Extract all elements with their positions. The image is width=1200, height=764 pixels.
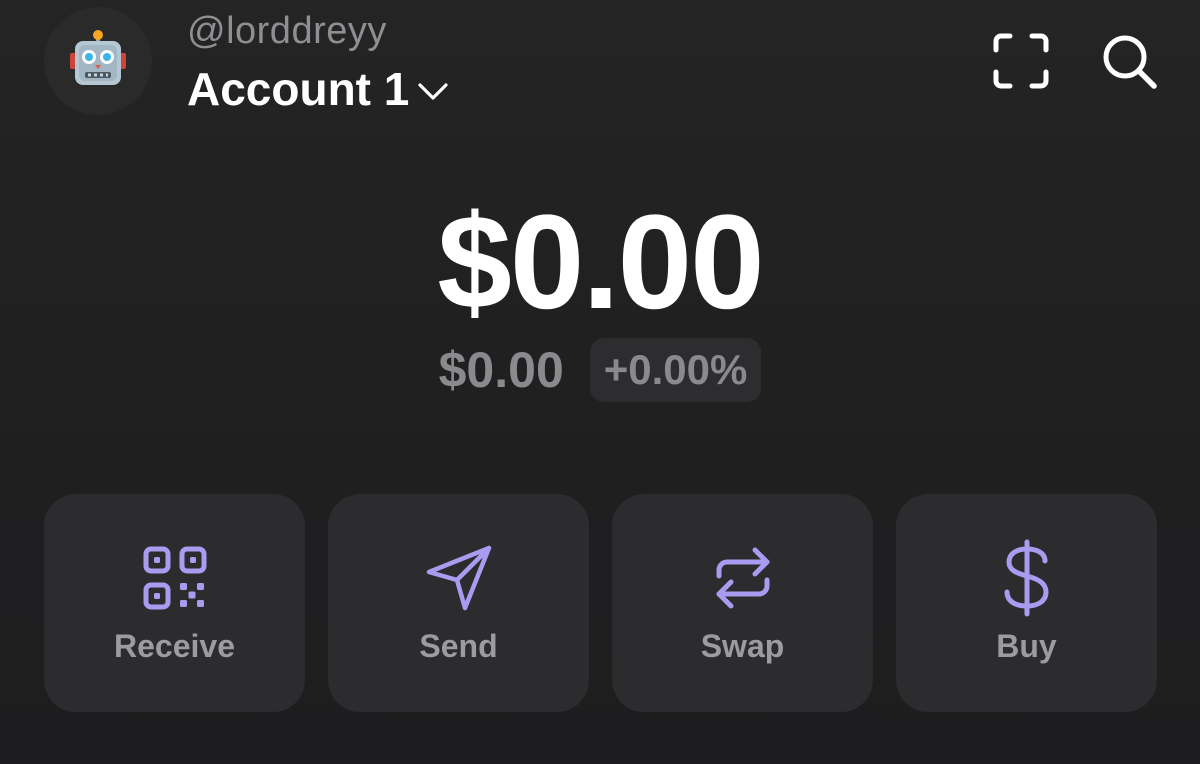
- account-selector[interactable]: Account 1: [187, 62, 449, 116]
- send-icon-wrap: [423, 540, 495, 616]
- swap-icon-wrap: [711, 540, 775, 616]
- robot-emoji-icon: [70, 30, 126, 85]
- scan-icon: [993, 33, 1049, 89]
- send-button[interactable]: Send: [328, 494, 589, 712]
- account-name: Account 1: [187, 63, 410, 115]
- username: @lorddreyy: [187, 10, 387, 52]
- send-icon: [426, 545, 491, 611]
- receive-icon-wrap: [142, 540, 208, 616]
- qr-code-icon: [143, 546, 206, 610]
- account-avatar[interactable]: [44, 7, 152, 115]
- total-balance: $0.00: [437, 188, 764, 337]
- action-buttons-row: Receive Send Swap Buy: [44, 494, 1157, 712]
- buy-icon-wrap: [1001, 539, 1053, 617]
- search-button[interactable]: [1098, 30, 1160, 92]
- balance-change-row: $0.00 +0.00%: [0, 338, 1200, 402]
- dollar-icon: [1004, 539, 1048, 617]
- balance-change-percent-badge: +0.00%: [589, 338, 762, 402]
- search-icon: [1103, 35, 1157, 89]
- buy-label: Buy: [996, 628, 1057, 664]
- swap-button[interactable]: Swap: [612, 494, 873, 712]
- swap-label: Swap: [700, 628, 785, 664]
- swap-icon: [716, 547, 769, 609]
- chevron-down-icon: [418, 83, 448, 100]
- receive-button[interactable]: Receive: [44, 494, 305, 712]
- scan-button[interactable]: [990, 30, 1052, 92]
- wallet-home-screen: @lorddreyy Account 1 $0.00 $0.00 +0.00%: [0, 0, 1200, 764]
- receive-label: Receive: [114, 628, 235, 664]
- buy-button[interactable]: Buy: [896, 494, 1157, 712]
- balance-change-value: $0.00: [438, 342, 564, 398]
- send-label: Send: [419, 628, 498, 664]
